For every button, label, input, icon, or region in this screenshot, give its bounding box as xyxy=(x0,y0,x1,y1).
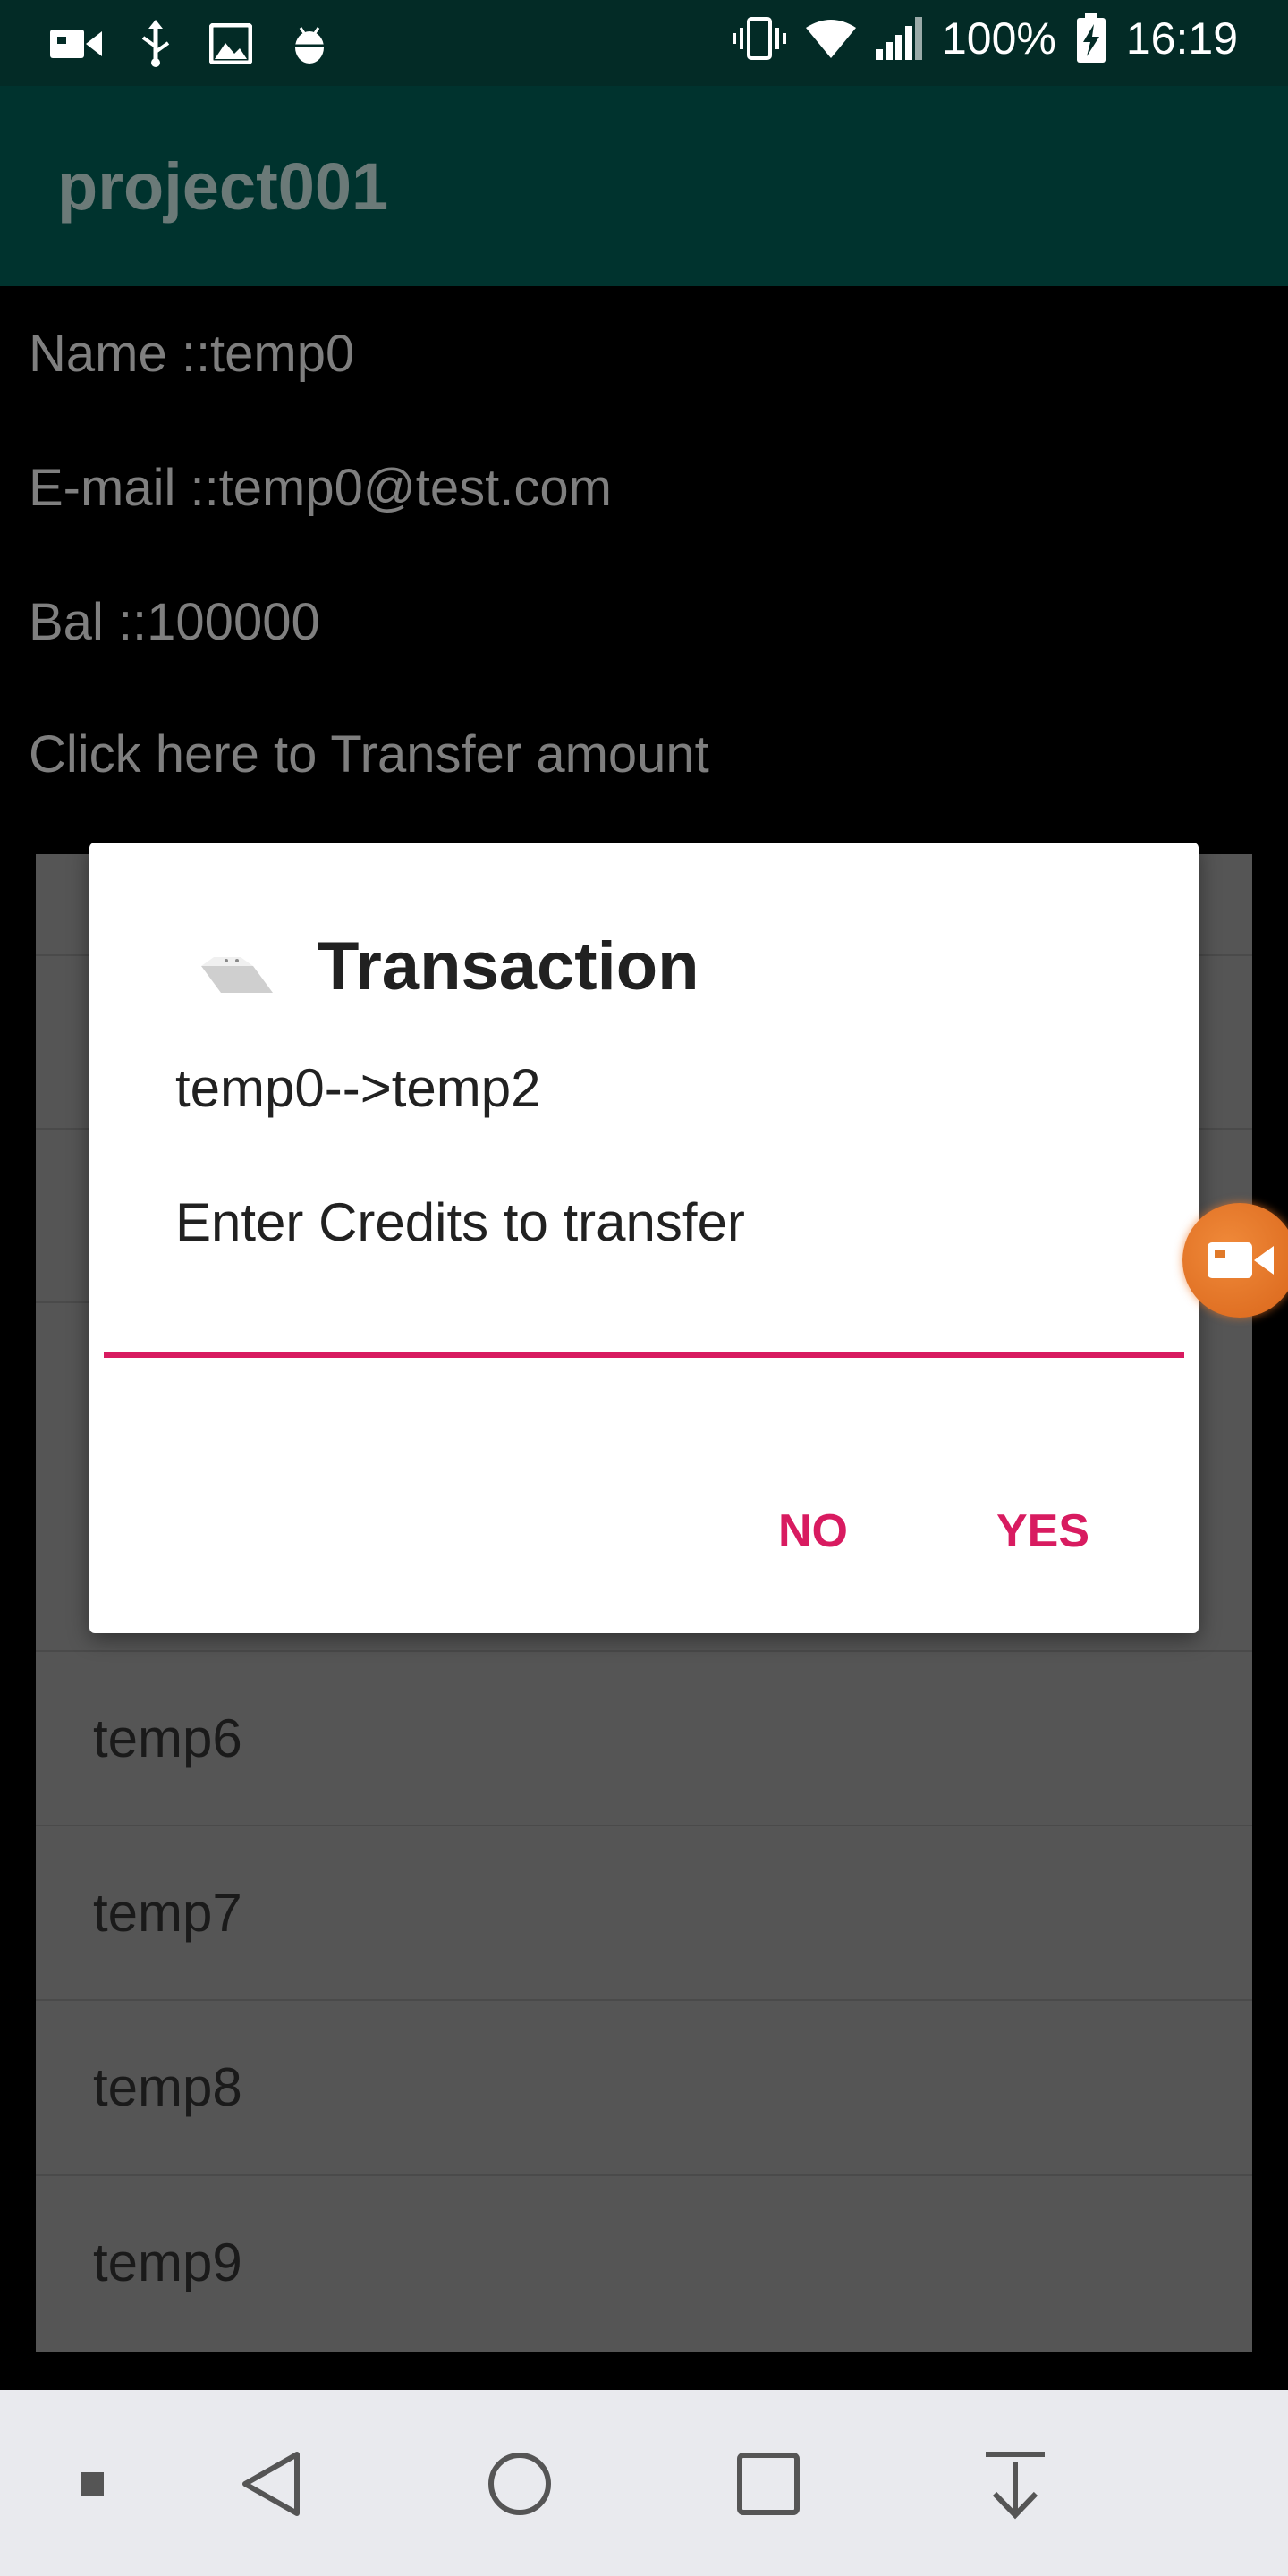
android-debug-icon xyxy=(293,27,326,64)
profile-email: E-mail ::temp0@test.com xyxy=(29,459,612,517)
screen-recorder-button[interactable] xyxy=(1182,1203,1288,1318)
transfer-link[interactable]: Click here to Transfer amount xyxy=(29,724,709,784)
camera-icon xyxy=(1208,1242,1274,1278)
clock: 16:19 xyxy=(1125,13,1238,64)
list-item-label: temp9 xyxy=(93,2233,242,2292)
notification-pulldown-icon[interactable] xyxy=(966,2435,1064,2533)
app-bar: project001 xyxy=(0,86,1288,286)
list-item-label: temp7 xyxy=(93,1883,242,1943)
profile-balance: Bal ::100000 xyxy=(29,593,320,651)
transaction-dialog: Transaction temp0-->temp2 Enter Credits … xyxy=(89,843,1199,1633)
small-square-icon[interactable] xyxy=(43,2435,141,2533)
home-icon[interactable] xyxy=(470,2435,569,2533)
dialog-title: Transaction xyxy=(318,928,699,1004)
no-button[interactable]: NO xyxy=(778,1504,848,1558)
app-title: project001 xyxy=(57,149,389,224)
video-icon xyxy=(50,30,102,58)
dialog-app-icon xyxy=(201,957,273,993)
yes-button[interactable]: YES xyxy=(996,1504,1089,1558)
list-item-label: temp8 xyxy=(93,2057,242,2117)
image-icon xyxy=(209,23,252,64)
profile-name: Name ::temp0 xyxy=(29,325,355,383)
credits-input[interactable] xyxy=(104,1290,1184,1358)
battery-charging-icon xyxy=(1076,13,1106,63)
usb-icon xyxy=(141,20,170,67)
list-item[interactable]: temp8 xyxy=(36,1999,1252,2174)
vibrate-icon xyxy=(732,17,786,60)
back-icon[interactable] xyxy=(224,2435,322,2533)
list-item-label: temp6 xyxy=(93,1708,242,1768)
recents-icon[interactable] xyxy=(719,2435,818,2533)
list-item[interactable]: temp6 xyxy=(36,1650,1252,1826)
status-bar: 100% 16:19 xyxy=(0,0,1288,86)
list-item[interactable]: temp9 xyxy=(36,2174,1252,2350)
navigation-bar xyxy=(0,2390,1288,2576)
list-item[interactable]: temp7 xyxy=(36,1825,1252,2000)
status-right: 100% 16:19 xyxy=(732,13,1238,64)
dialog-route: temp0-->temp2 xyxy=(175,1058,541,1118)
wifi-icon xyxy=(805,20,856,58)
dialog-prompt: Enter Credits to transfer xyxy=(175,1192,745,1252)
battery-percent: 100% xyxy=(941,13,1056,64)
signal-icon xyxy=(875,17,922,60)
status-left-icons xyxy=(50,20,331,68)
